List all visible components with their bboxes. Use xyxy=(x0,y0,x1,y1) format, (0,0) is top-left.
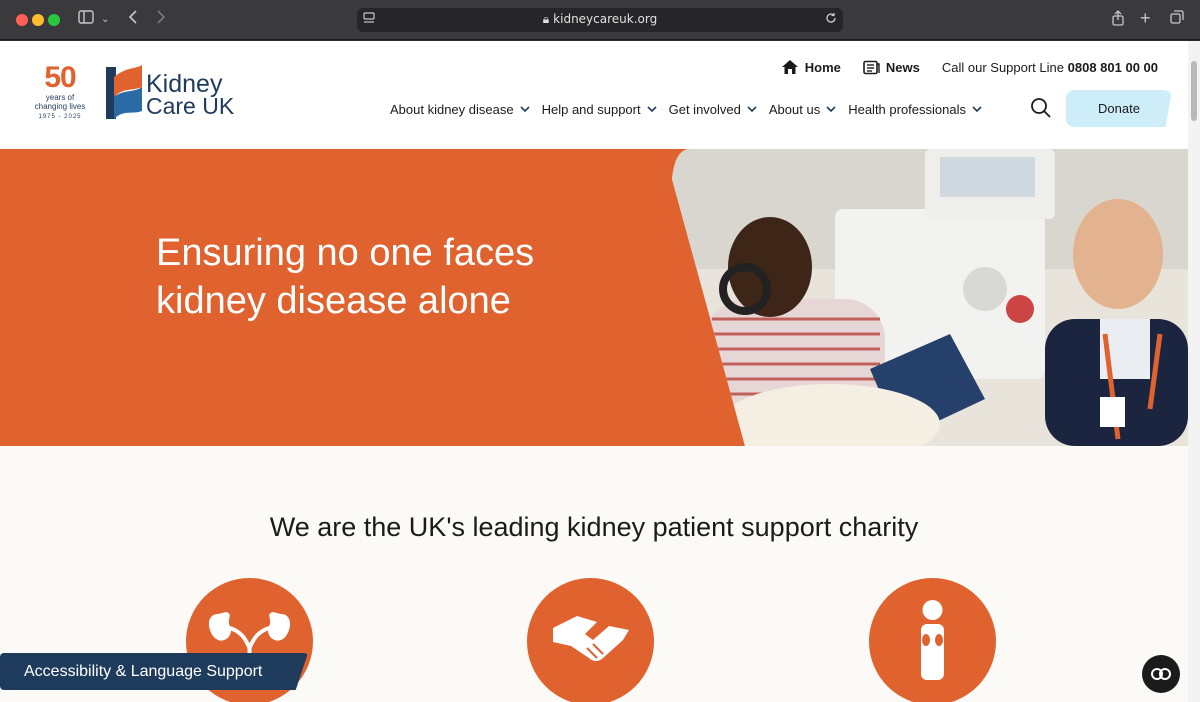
page-viewport: 50 years of changing lives 1975 - 2025 K… xyxy=(0,41,1188,702)
person-kidney-icon xyxy=(921,600,944,680)
brand-name-line2: Care UK xyxy=(146,93,235,119)
anniversary-number: 50 xyxy=(44,61,76,94)
nav-get-involved[interactable]: Get involved xyxy=(669,102,757,117)
handshake-icon xyxy=(553,616,629,661)
anniversary-logo[interactable]: 50 years of changing lives 1975 - 2025 xyxy=(32,63,88,127)
nav-help-and-support[interactable]: Help and support xyxy=(542,102,657,117)
brand-name-line1: Kidney xyxy=(146,70,223,98)
nav-label: Health professionals xyxy=(848,101,966,117)
forward-icon[interactable] xyxy=(156,10,166,30)
news-icon xyxy=(863,60,880,74)
nav-label: Get involved xyxy=(668,101,741,117)
search-button[interactable] xyxy=(1030,97,1052,119)
hero-banner: Ensuring no one faces kidney disease alo… xyxy=(0,149,1188,446)
home-link[interactable]: Home xyxy=(781,59,841,75)
address-bar[interactable]: 🔒︎ kidneycareuk.org xyxy=(357,8,843,32)
chat-button[interactable] xyxy=(1142,655,1180,693)
tab-overview-icon[interactable] xyxy=(1170,10,1184,30)
accessibility-language-button[interactable]: Accessibility & Language Support xyxy=(0,653,308,690)
main-nav: About kidney disease Help and support Ge… xyxy=(390,99,994,119)
utility-nav: Home News Call our Support Line 0808 801… xyxy=(781,57,1158,77)
sidebar-toggle-icon[interactable] xyxy=(78,10,94,30)
chevron-down-icon xyxy=(826,106,836,113)
support-line-number[interactable]: 0808 801 00 00 xyxy=(1068,60,1158,75)
scrollbar-thumb[interactable] xyxy=(1191,61,1197,121)
support-line-prefix: Call our Support Line xyxy=(941,59,1064,75)
chevron-down-icon xyxy=(647,106,657,113)
support-line[interactable]: Call our Support Line 0808 801 00 00 xyxy=(942,60,1158,75)
back-icon[interactable] xyxy=(128,10,138,30)
news-label: News xyxy=(885,59,920,75)
chevron-down-icon xyxy=(747,106,757,113)
minimize-window-button[interactable] xyxy=(32,14,44,26)
anniversary-years: 1975 - 2025 xyxy=(38,114,82,120)
page-scrollbar[interactable] xyxy=(1188,41,1200,702)
nav-label: Help and support xyxy=(541,101,641,117)
url-text: kidneycareuk.org xyxy=(553,12,658,26)
nav-about-us[interactable]: About us xyxy=(769,102,836,117)
chevron-down-icon xyxy=(520,106,530,113)
home-label: Home xyxy=(804,59,841,75)
chevron-down-icon xyxy=(972,106,982,113)
anniversary-line2: changing lives xyxy=(34,102,86,111)
nav-label: About kidney disease xyxy=(390,101,514,117)
lock-icon: 🔒︎ xyxy=(542,12,550,26)
new-tab-icon[interactable]: + xyxy=(1140,8,1151,28)
share-icon[interactable] xyxy=(1111,10,1125,32)
ribbon-logo-icon xyxy=(106,65,142,119)
home-icon xyxy=(781,60,798,74)
nav-about-kidney-disease[interactable]: About kidney disease xyxy=(390,102,530,117)
donate-button[interactable]: Donate xyxy=(1066,90,1172,127)
kidney-care-uk-logo[interactable]: Kidney Care UK xyxy=(100,63,240,127)
browser-toolbar: ⌄ 🔒︎ kidneycareuk.org + xyxy=(0,0,1200,40)
reload-icon[interactable] xyxy=(825,10,837,30)
hero-title: Ensuring no one faces kidney disease alo… xyxy=(156,232,535,322)
patient-feature[interactable] xyxy=(869,578,996,702)
sidebar-menu-chevron-icon[interactable]: ⌄ xyxy=(101,10,109,30)
support-feature[interactable] xyxy=(527,578,654,702)
anniversary-line1: years of xyxy=(45,93,75,102)
site-header: 50 years of changing lives 1975 - 2025 K… xyxy=(0,41,1188,149)
close-window-button[interactable] xyxy=(16,14,28,26)
nav-health-professionals[interactable]: Health professionals xyxy=(848,102,982,117)
chat-icon xyxy=(1151,668,1171,680)
news-link[interactable]: News xyxy=(863,60,920,75)
search-icon xyxy=(1031,98,1051,118)
section-title: We are the UK's leading kidney patient s… xyxy=(269,512,919,542)
nav-label: About us xyxy=(768,101,821,117)
maximize-window-button[interactable] xyxy=(48,14,60,26)
